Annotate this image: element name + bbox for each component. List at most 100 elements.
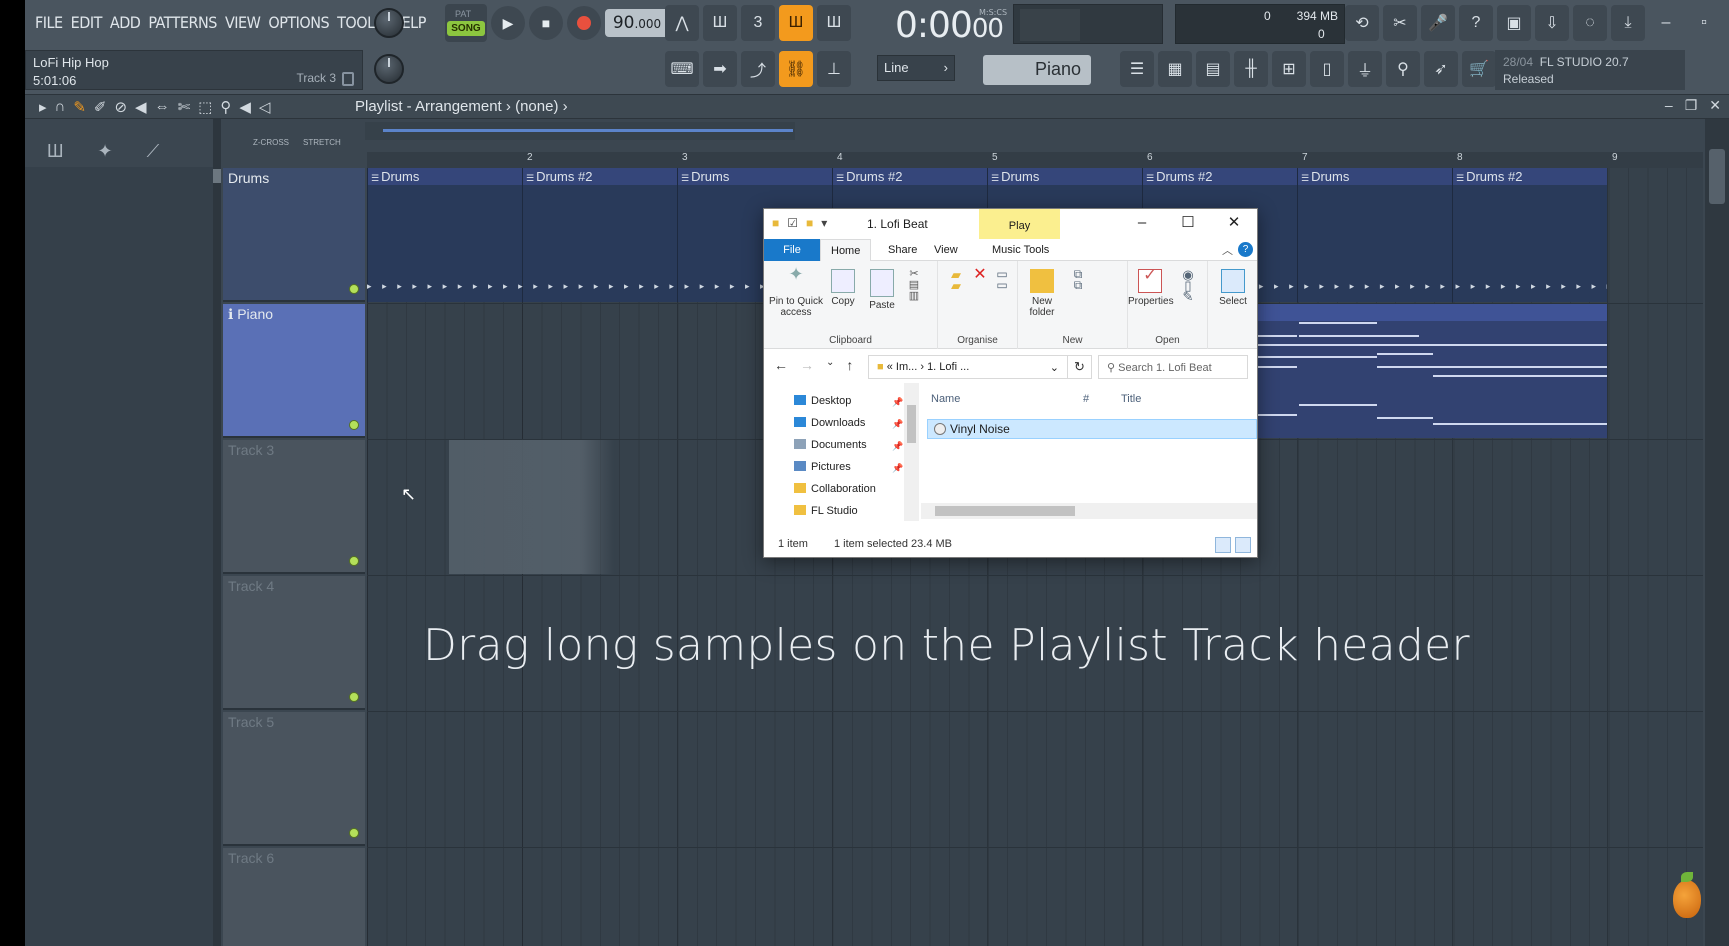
- minimize-icon[interactable]: –: [1649, 5, 1683, 41]
- metronome-icon[interactable]: ⋀: [665, 5, 699, 41]
- recent-icon[interactable]: ⌄: [826, 357, 834, 373]
- collapse-ribbon-icon[interactable]: ︿: [1222, 242, 1233, 258]
- minimize-icon[interactable]: –: [1665, 97, 1673, 114]
- snap-icon[interactable]: ⤴: [741, 51, 775, 87]
- up-icon[interactable]: ↑: [846, 357, 853, 373]
- play-button[interactable]: ▶: [491, 6, 525, 40]
- magnet-icon[interactable]: ∩: [55, 98, 66, 116]
- piano-roll-icon[interactable]: ▦: [1158, 51, 1192, 87]
- restore-icon[interactable]: ❐: [1685, 97, 1698, 114]
- menu-options[interactable]: OPTIONS: [264, 13, 333, 32]
- address-bar[interactable]: ■ « Im... › 1. Lofi ... ⌄: [868, 355, 1068, 379]
- countdown-icon[interactable]: 3: [741, 5, 775, 41]
- search-box[interactable]: ⚲ Search 1. Lofi Beat: [1098, 355, 1248, 379]
- menu-file[interactable]: FILE: [31, 13, 67, 32]
- close-icon[interactable]: ✕: [1211, 209, 1257, 239]
- lane-track-5[interactable]: [367, 712, 1703, 848]
- download-icon[interactable]: ⤓: [1611, 5, 1645, 41]
- tab-home[interactable]: Home: [820, 239, 872, 261]
- playlist-vertical-scroll[interactable]: [1705, 119, 1729, 946]
- rename-icon[interactable]: ▭ ▭: [992, 268, 1012, 291]
- touch-controller-icon[interactable]: ⚲: [1386, 51, 1420, 87]
- news-panel[interactable]: 28/04 FL STUDIO 20.7 Released: [1495, 50, 1685, 90]
- column-number[interactable]: #: [1083, 393, 1089, 405]
- slice-icon[interactable]: ✄: [178, 98, 191, 116]
- flp-icon[interactable]: ➶: [1424, 51, 1458, 87]
- track-mute-led[interactable]: [349, 420, 359, 430]
- save-icon[interactable]: ▣: [1497, 5, 1531, 41]
- cut-icon[interactable]: ✂: [1383, 5, 1417, 41]
- tempo-display[interactable]: 90.000: [605, 9, 669, 37]
- paste-button[interactable]: Paste: [864, 269, 900, 311]
- link-icon[interactable]: ⛓: [779, 51, 813, 87]
- shop-icon[interactable]: 🛒: [1462, 51, 1496, 87]
- arrow-right-icon[interactable]: ➡: [703, 51, 737, 87]
- step-edit-icon[interactable]: Ш: [779, 5, 813, 41]
- pat-song-toggle[interactable]: PAT SONG: [445, 4, 487, 42]
- patterns-icon[interactable]: Ш: [47, 141, 64, 162]
- microphone-icon[interactable]: 🎤: [1421, 5, 1455, 41]
- select-button[interactable]: Select: [1212, 269, 1254, 307]
- maximize-icon[interactable]: ▫: [1687, 5, 1721, 41]
- column-name[interactable]: Name: [931, 393, 960, 405]
- maximize-icon[interactable]: ☐: [1165, 209, 1211, 239]
- customize-qa-icon[interactable]: ▾: [821, 216, 827, 230]
- help-icon[interactable]: ?: [1459, 5, 1493, 41]
- column-title[interactable]: Title: [1121, 393, 1141, 405]
- menu-add[interactable]: ADD: [106, 13, 145, 32]
- minimize-icon[interactable]: –: [1119, 209, 1165, 239]
- timeline-ruler[interactable]: 2 3 4 5 6 7 8 9: [367, 152, 1703, 168]
- paint-icon[interactable]: ✐: [94, 98, 107, 116]
- menu-patterns[interactable]: PATTERNS: [144, 13, 221, 32]
- track-header-6[interactable]: Track 6: [223, 848, 365, 946]
- record-button[interactable]: [567, 6, 601, 40]
- nav-pane-scrollbar[interactable]: [904, 383, 919, 521]
- playback-icon[interactable]: ◀: [239, 98, 251, 116]
- refresh-icon[interactable]: ↻: [1068, 355, 1092, 379]
- select-icon[interactable]: ⬚: [198, 98, 212, 116]
- zoom-icon[interactable]: ⚲: [220, 98, 231, 116]
- new-folder-button[interactable]: New folder: [1022, 269, 1062, 318]
- nav-item-documents[interactable]: Documents: [794, 439, 867, 451]
- track-header-drums[interactable]: Drums: [223, 168, 365, 302]
- speaker-icon[interactable]: ◁: [259, 98, 271, 116]
- pin-quick-access-button[interactable]: ✦ Pin to Quick access: [768, 265, 824, 318]
- close-icon[interactable]: ✕: [1725, 5, 1729, 41]
- help-icon[interactable]: ?: [1238, 242, 1253, 257]
- track-mute-led[interactable]: [349, 828, 359, 838]
- piano-clip[interactable]: [1257, 304, 1607, 438]
- menu-view[interactable]: VIEW: [221, 13, 264, 32]
- undo-icon[interactable]: ⟲: [1345, 5, 1379, 41]
- track-header-3[interactable]: Track 3: [223, 440, 365, 574]
- move-to-icon[interactable]: ▰ ▰: [944, 268, 968, 292]
- file-list-hscroll[interactable]: [921, 503, 1257, 519]
- forward-icon[interactable]: →: [800, 357, 814, 373]
- mute-icon[interactable]: ◀: [135, 98, 147, 116]
- playlist-horizontal-scroll[interactable]: [365, 122, 795, 140]
- track-mute-led[interactable]: [349, 284, 359, 294]
- track-mute-led[interactable]: [349, 556, 359, 566]
- tab-share[interactable]: Share: [878, 239, 927, 261]
- close-icon[interactable]: ✕: [1709, 97, 1721, 114]
- properties-button[interactable]: ✓ Properties: [1128, 268, 1174, 308]
- copy-button[interactable]: Copy: [826, 269, 860, 307]
- file-item-selected[interactable]: Vinyl Noise: [927, 419, 1257, 439]
- delete-icon[interactable]: ⊘: [114, 98, 127, 116]
- picker-scrollbar[interactable]: [213, 119, 221, 946]
- cut-small-icons[interactable]: ✂ ▤ ▥: [904, 269, 924, 302]
- plugin-icon[interactable]: ⏚: [1348, 51, 1382, 87]
- arrow-icon[interactable]: ▸: [39, 98, 47, 116]
- track-header-piano[interactable]: ℹ Piano: [223, 304, 365, 438]
- chat-icon[interactable]: ◌: [1573, 5, 1607, 41]
- track-header-4[interactable]: Track 4: [223, 576, 365, 710]
- browser-icon[interactable]: ⊞: [1272, 51, 1306, 87]
- snap-selector[interactable]: Line ›: [877, 55, 955, 81]
- nav-item-collaboration[interactable]: Collaboration: [794, 483, 876, 495]
- tab-view[interactable]: View: [924, 239, 968, 261]
- stamp-icon[interactable]: ⊥: [817, 51, 851, 87]
- blend-notes-icon[interactable]: Ш: [817, 5, 851, 41]
- mixer-icon[interactable]: ╫: [1234, 51, 1268, 87]
- lane-track-6[interactable]: [367, 848, 1703, 946]
- song-position-display[interactable]: 0:0000 M:S:CS: [855, 3, 1015, 46]
- master-volume-knob[interactable]: [374, 8, 404, 38]
